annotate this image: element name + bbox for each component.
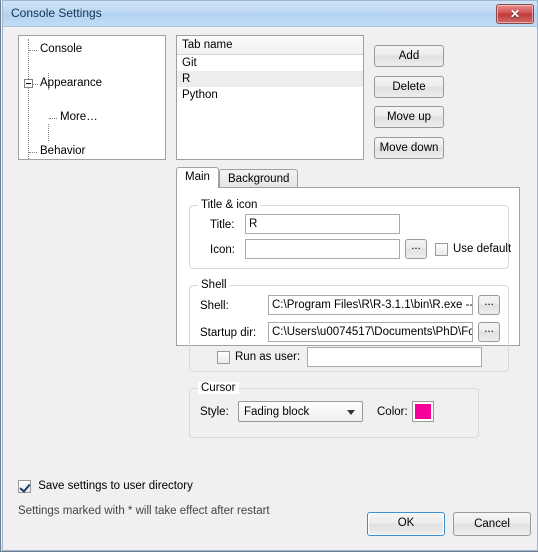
add-button[interactable]: Add — [374, 45, 444, 67]
tree-item-label: Console — [40, 43, 83, 55]
tree-connector — [29, 152, 37, 154]
tab-background[interactable]: Background — [219, 169, 299, 188]
tree-connector — [49, 118, 57, 120]
icon-label: Icon: — [210, 244, 235, 256]
title-label: Title: — [210, 219, 235, 231]
settings-tree[interactable]: Console Appearance More… Behavior — [18, 35, 166, 160]
run-as-user-label: Run as user: — [235, 351, 301, 363]
cursor-color-fill — [415, 404, 431, 419]
delete-button[interactable]: Delete — [374, 76, 444, 98]
move-down-button[interactable]: Move down — [374, 137, 444, 159]
tree-item-label: More… — [60, 111, 98, 123]
cursor-color-swatch[interactable] — [412, 401, 434, 422]
list-item[interactable]: Python — [177, 87, 363, 103]
save-settings-checkbox[interactable] — [18, 480, 31, 493]
close-icon: ✕ — [509, 7, 521, 21]
shell-browse-button[interactable]: ... — [478, 295, 500, 315]
run-as-user-input[interactable] — [307, 347, 482, 367]
tree-item-label: Appearance — [40, 77, 103, 89]
ok-button[interactable]: OK — [367, 512, 445, 536]
icon-input[interactable] — [245, 239, 400, 259]
startup-dir-label: Startup dir: — [200, 327, 257, 339]
title-icon-group: Title & icon Title: R Icon: ... Use defa… — [189, 199, 512, 269]
restart-note: Settings marked with * will take effect … — [18, 505, 270, 517]
cursor-group-legend: Cursor — [198, 382, 239, 394]
tab-name-list[interactable]: Tab name Git R Python — [176, 35, 364, 160]
cursor-style-label: Style: — [200, 406, 229, 418]
close-button[interactable]: ✕ — [496, 4, 534, 24]
collapse-expander-icon[interactable] — [24, 79, 33, 88]
console-settings-window: Console Settings ✕ Console Appearance Mo… — [0, 0, 538, 552]
shell-group: Shell Shell: C:\Program Files\R\R-3.1.1\… — [189, 279, 509, 372]
list-item[interactable]: R — [177, 71, 363, 87]
tree-branch-line-mouse — [48, 124, 50, 141]
use-default-checkbox[interactable] — [435, 243, 448, 256]
shell-group-legend: Shell — [198, 279, 230, 291]
chevron-down-icon — [347, 410, 355, 415]
tab-name-column-header[interactable]: Tab name — [177, 36, 363, 55]
cancel-button[interactable]: Cancel — [453, 512, 531, 536]
shell-path-input[interactable]: C:\Program Files\R\R-3.1.1\bin\R.exe --r… — [268, 295, 473, 315]
tab-panel-main: Title & icon Title: R Icon: ... Use defa… — [176, 187, 520, 438]
tab-main[interactable]: Main — [176, 167, 219, 188]
list-item[interactable]: Git — [177, 55, 363, 71]
tree-item-console[interactable]: Console — [19, 41, 165, 58]
startup-dir-input[interactable]: C:\Users\u0074517\Documents\PhD\Foot — [268, 322, 473, 342]
move-up-button[interactable]: Move up — [374, 106, 444, 128]
title-input[interactable]: R — [245, 214, 400, 234]
tree-item-more[interactable]: More… — [19, 109, 165, 126]
cursor-color-label: Color: — [377, 406, 408, 418]
cursor-style-select[interactable]: Fading block — [238, 401, 363, 422]
cursor-style-value: Fading block — [244, 406, 310, 418]
settings-tab-control: Main Background Title & icon Title: R Ic… — [176, 167, 520, 438]
dialog-content: Console Appearance More… Behavior Tab na… — [3, 27, 537, 550]
tree-item-behavior[interactable]: Behavior — [19, 143, 165, 159]
title-icon-group-legend: Title & icon — [198, 199, 261, 211]
tree-item-appearance[interactable]: Appearance — [19, 75, 165, 92]
icon-browse-button[interactable]: ... — [405, 239, 427, 259]
window-title: Console Settings — [11, 6, 102, 20]
shell-label: Shell: — [200, 300, 229, 312]
use-default-label: Use default — [453, 243, 512, 255]
save-settings-label: Save settings to user directory — [38, 479, 193, 492]
tree-connector — [29, 50, 37, 52]
save-settings-row: Save settings to user directory — [18, 480, 193, 493]
run-as-user-checkbox[interactable] — [217, 351, 230, 364]
cursor-group: Cursor Style: Fading block Color: — [189, 382, 479, 438]
title-bar: Console Settings ✕ — [3, 1, 537, 27]
tree-item-label: Behavior — [40, 145, 86, 157]
startup-dir-browse-button[interactable]: ... — [478, 322, 500, 342]
